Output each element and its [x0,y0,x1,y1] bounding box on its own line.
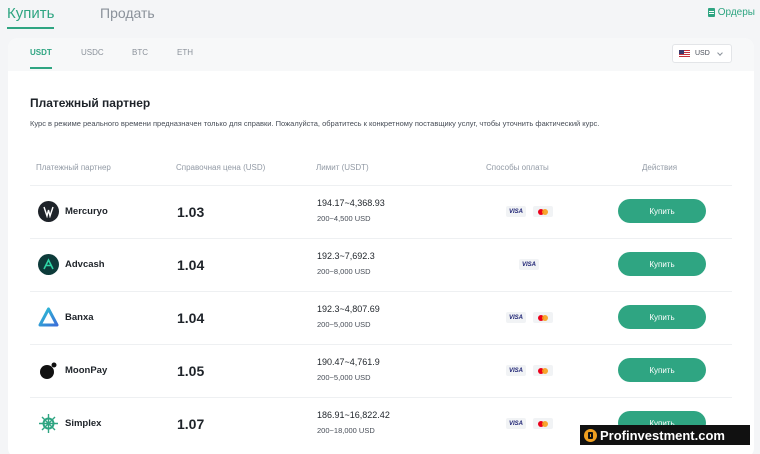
advcash-logo-icon [38,254,59,275]
visa-icon: VISA [506,206,526,217]
limit-usd: 200~5,000 USD [317,320,371,329]
tab-btc[interactable]: BTC [132,48,148,57]
visa-icon: VISA [506,418,526,429]
section-title: Платежный партнер [30,96,151,110]
limit-usd: 200~4,500 USD [317,214,371,223]
orders-icon [707,8,715,17]
visa-icon: VISA [506,365,526,376]
tab-buy[interactable]: Купить [7,5,54,22]
watermark-text: Profinvestment.com [600,427,725,443]
partner-name: MoonPay [65,365,108,376]
limit-usd: 200~5,000 USD [317,373,371,382]
limit-usdt: 194.17~4,368.93 [317,198,385,208]
chevron-down-icon [716,49,723,56]
mastercard-icon [533,312,553,323]
reference-price: 1.05 [177,363,205,379]
table-row: Advcash 1.04 192.3~7,692.3 200~8,000 USD… [30,238,732,291]
orders-label: Ордеры [717,7,755,18]
mastercard-icon [533,365,553,376]
limit-usd: 200~18,000 USD [317,426,375,435]
mercuryo-logo-icon [38,201,59,222]
moonpay-logo-icon [38,360,59,381]
buy-button[interactable]: Купить [618,358,706,382]
header-methods: Способы оплаты [486,163,549,172]
watermark: Profinvestment.com [580,425,750,445]
buy-button[interactable]: Купить [618,252,706,276]
active-tab-underline [30,67,52,69]
reference-price: 1.07 [177,416,205,432]
tab-eth[interactable]: ETH [177,48,193,57]
tab-buy-underline [7,27,54,29]
table-row: Banxa 1.04 192.3~4,807.69 200~5,000 USD … [30,291,732,344]
section-subtitle: Курс в режиме реального времени предназн… [30,119,600,128]
header-limit: Лимит (USDT) [316,163,369,172]
limit-usdt: 190.47~4,761.9 [317,357,380,367]
table-row: MoonPay 1.05 190.47~4,761.9 200~5,000 US… [30,344,732,397]
tab-usdc[interactable]: USDC [81,48,104,57]
coin-tabs: USDT USDC BTC ETH USD [8,38,754,71]
mastercard-icon [533,206,553,217]
partner-name: Mercuryo [65,206,108,217]
reference-price: 1.04 [177,310,205,326]
mastercard-icon [533,418,553,429]
main-card: USDT USDC BTC ETH USD Платежный партнер … [8,38,754,454]
reference-price: 1.03 [177,204,205,220]
limit-usdt: 186.91~16,822.42 [317,410,390,420]
header-partner: Платежный партнер [36,163,111,172]
tab-sell[interactable]: Продать [100,5,155,21]
currency-value: USD [695,50,710,57]
table-row: Mercuryo 1.03 194.17~4,368.93 200~4,500 … [30,185,732,238]
header-actions: Действия [642,163,678,172]
tab-usdt[interactable]: USDT [30,48,52,57]
banxa-logo-icon [38,307,59,328]
header-price: Справочная цена (USD) [176,163,266,172]
partner-name: Banxa [65,312,94,323]
us-flag-icon [679,50,690,57]
partner-name: Simplex [65,418,102,429]
buy-button[interactable]: Купить [618,305,706,329]
limit-usdt: 192.3~4,807.69 [317,304,380,314]
limit-usd: 200~8,000 USD [317,267,371,276]
visa-icon: VISA [506,312,526,323]
limit-usdt: 192.3~7,692.3 [317,251,375,261]
top-bar: Купить Продать Ордеры [0,0,760,30]
buy-button[interactable]: Купить [618,199,706,223]
visa-icon: VISA [519,259,539,270]
partner-name: Advcash [65,259,105,270]
currency-select[interactable]: USD [672,44,732,63]
orders-link[interactable]: Ордеры [707,7,755,18]
reference-price: 1.04 [177,257,205,273]
simplex-logo-icon [38,413,59,434]
watermark-logo-icon [584,428,597,442]
